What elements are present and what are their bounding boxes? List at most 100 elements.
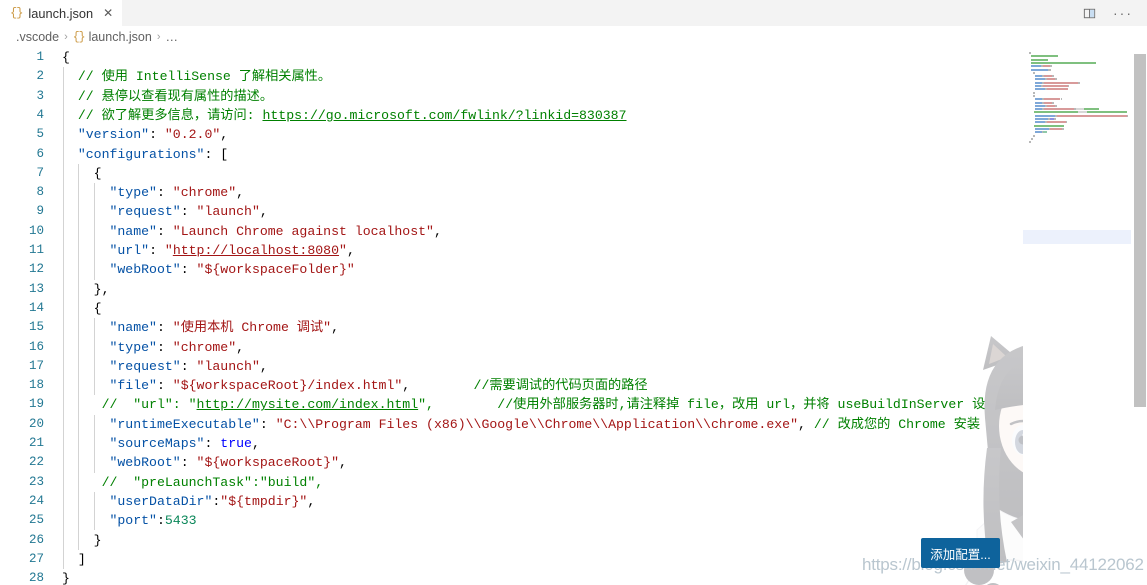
token-punc: : [180, 262, 197, 278]
code-line[interactable]: 3 // 悬停以查看现有属性的描述。 [0, 87, 1147, 106]
token-str: "${workspaceFolder}" [196, 262, 355, 278]
token-punc: : [180, 204, 197, 220]
token-key: "url" [109, 243, 150, 258]
code-line[interactable]: 11 "url": "http://localhost:8080", [0, 241, 1147, 260]
minimap-line [1050, 127, 1062, 130]
token-cmt: // 使用 IntelliSense 了解相关属性。 [77, 69, 332, 85]
token-punc: : [204, 436, 221, 451]
code-line[interactable]: 5 "version": "0.2.0", [0, 125, 1147, 144]
code-line[interactable]: 12 "webRoot": "${workspaceFolder}" [0, 260, 1147, 279]
vertical-scrollbar[interactable] [1133, 48, 1147, 585]
token-str: "launch" [196, 204, 260, 220]
code-content[interactable]: 1{2 // 使用 IntelliSense 了解相关属性。 3 // 悬停以查看… [0, 48, 1147, 585]
close-icon[interactable]: ✕ [103, 7, 113, 19]
code-line[interactable]: 18 "file": "${workspaceRoot}/index.html"… [0, 376, 1147, 395]
minimap-line [1046, 121, 1066, 124]
token-key: "userDataDir" [109, 493, 213, 509]
token-punc: : [156, 378, 173, 394]
more-actions-icon[interactable]: ··· [1113, 3, 1133, 23]
line-number: 12 [28, 262, 44, 277]
scrollbar-thumb[interactable] [1134, 54, 1146, 407]
minimap-line [1046, 104, 1056, 107]
minimap-line [1035, 118, 1048, 120]
token-key: "name" [109, 320, 157, 336]
line-number: 4 [36, 107, 44, 122]
code-line[interactable]: 22 "webRoot": "${workspaceRoot}", [0, 453, 1147, 472]
breadcrumb-item-symbol[interactable]: … [166, 30, 179, 44]
code-line[interactable]: 6 "configurations": [ [0, 145, 1147, 164]
line-number: 24 [28, 493, 44, 508]
breadcrumb-item-folder[interactable]: .vscode [16, 30, 59, 44]
token-link[interactable]: http://mysite.com/index.html [197, 397, 419, 412]
line-number: 11 [28, 243, 44, 257]
code-line[interactable]: 17 "request": "launch", [0, 357, 1147, 376]
token-link-s[interactable]: http://localhost:8080 [173, 243, 339, 258]
minimap-line [1062, 127, 1064, 130]
minimap-line [1035, 127, 1049, 130]
code-line[interactable]: 10 "name": "Launch Chrome against localh… [0, 222, 1147, 241]
token-str: "0.2.0" [164, 127, 221, 143]
code-line[interactable]: 7 { [0, 164, 1147, 183]
token-punc: , [220, 127, 229, 143]
code-line[interactable]: 16 "type": "chrome", [0, 338, 1147, 357]
breadcrumb-item-file[interactable]: launch.json [89, 30, 152, 44]
add-configuration-button[interactable]: 添加配置... [921, 538, 1000, 568]
minimap-line [1050, 65, 1052, 68]
tab-launch-json[interactable]: {} launch.json ✕ [0, 0, 124, 26]
code-line-content: "name": "使用本机 Chrome 调试", [62, 318, 339, 337]
code-line[interactable]: 14 { [0, 299, 1147, 318]
code-editor[interactable]: 1{2 // 使用 IntelliSense 了解相关属性。 3 // 悬停以查看… [0, 48, 1147, 585]
minimap[interactable] [1023, 48, 1131, 585]
code-line[interactable]: 15 "name": "使用本机 Chrome 调试", [0, 318, 1147, 337]
code-line[interactable]: 8 "type": "chrome", [0, 183, 1147, 202]
token-punc: { [62, 50, 70, 65]
token-punc: { [93, 165, 102, 181]
code-line[interactable]: 20 "runtimeExecutable": "C:\\Program Fil… [0, 415, 1147, 434]
minimap-slider[interactable] [1023, 230, 1131, 244]
code-line[interactable]: 13 }, [0, 280, 1147, 299]
code-line[interactable]: 19 // "url": "http://mysite.com/index.ht… [0, 395, 1147, 414]
line-number: 16 [28, 339, 44, 354]
code-line[interactable]: 9 "request": "launch", [0, 202, 1147, 221]
minimap-line [1084, 108, 1099, 111]
minimap-line [1031, 68, 1048, 71]
token-bool: true [220, 436, 252, 451]
code-line[interactable]: 2 // 使用 IntelliSense 了解相关属性。 [0, 67, 1147, 86]
token-str: "Launch Chrome against localhost" [172, 223, 434, 239]
token-num: 5433 [164, 513, 197, 529]
code-line[interactable]: 21 "sourceMaps": true, [0, 434, 1147, 453]
token-str: "${workspaceRoot}/index.html" [172, 378, 403, 394]
code-line-content: "request": "launch", [62, 202, 267, 221]
minimap-line [1033, 134, 1035, 137]
code-line[interactable]: 25 "port":5433 [0, 511, 1147, 530]
code-line[interactable]: 24 "userDataDir":"${tmpdir}", [0, 492, 1147, 511]
token-key: "request" [109, 358, 181, 374]
minimap-line [1086, 111, 1127, 114]
minimap-line [1034, 111, 1047, 114]
minimap-line [1035, 121, 1045, 124]
token-str: " [339, 243, 347, 258]
minimap-line [1031, 65, 1041, 68]
code-line[interactable]: 23 // "preLaunchTask":"build", [0, 473, 1147, 492]
token-str: "${tmpdir}" [220, 493, 308, 509]
split-editor-icon[interactable] [1079, 3, 1099, 23]
code-line[interactable]: 28} [0, 569, 1147, 585]
token-str: "${workspaceRoot}" [196, 455, 339, 471]
token-key: "type" [109, 339, 157, 355]
code-line[interactable]: 4 // 欲了解更多信息，请访问: https://go.microsoft.c… [0, 106, 1147, 125]
token-str: "使用本机 Chrome 调试" [172, 320, 332, 336]
minimap-line [1044, 85, 1067, 87]
token-punc: : [156, 320, 173, 336]
token-link[interactable]: https://go.microsoft.com/fwlink/?linkid=… [262, 108, 626, 123]
code-line-content: } [62, 569, 70, 585]
token-str: "launch" [196, 358, 260, 374]
token-punc: : [156, 513, 165, 529]
minimap-line [1067, 85, 1070, 87]
breadcrumb-separator: › [64, 31, 68, 43]
line-number: 19 [28, 397, 44, 412]
minimap-line [1047, 61, 1097, 64]
minimap-line [1043, 81, 1079, 84]
code-line-content: ] [62, 550, 86, 569]
code-line[interactable]: 1{ [0, 48, 1147, 67]
